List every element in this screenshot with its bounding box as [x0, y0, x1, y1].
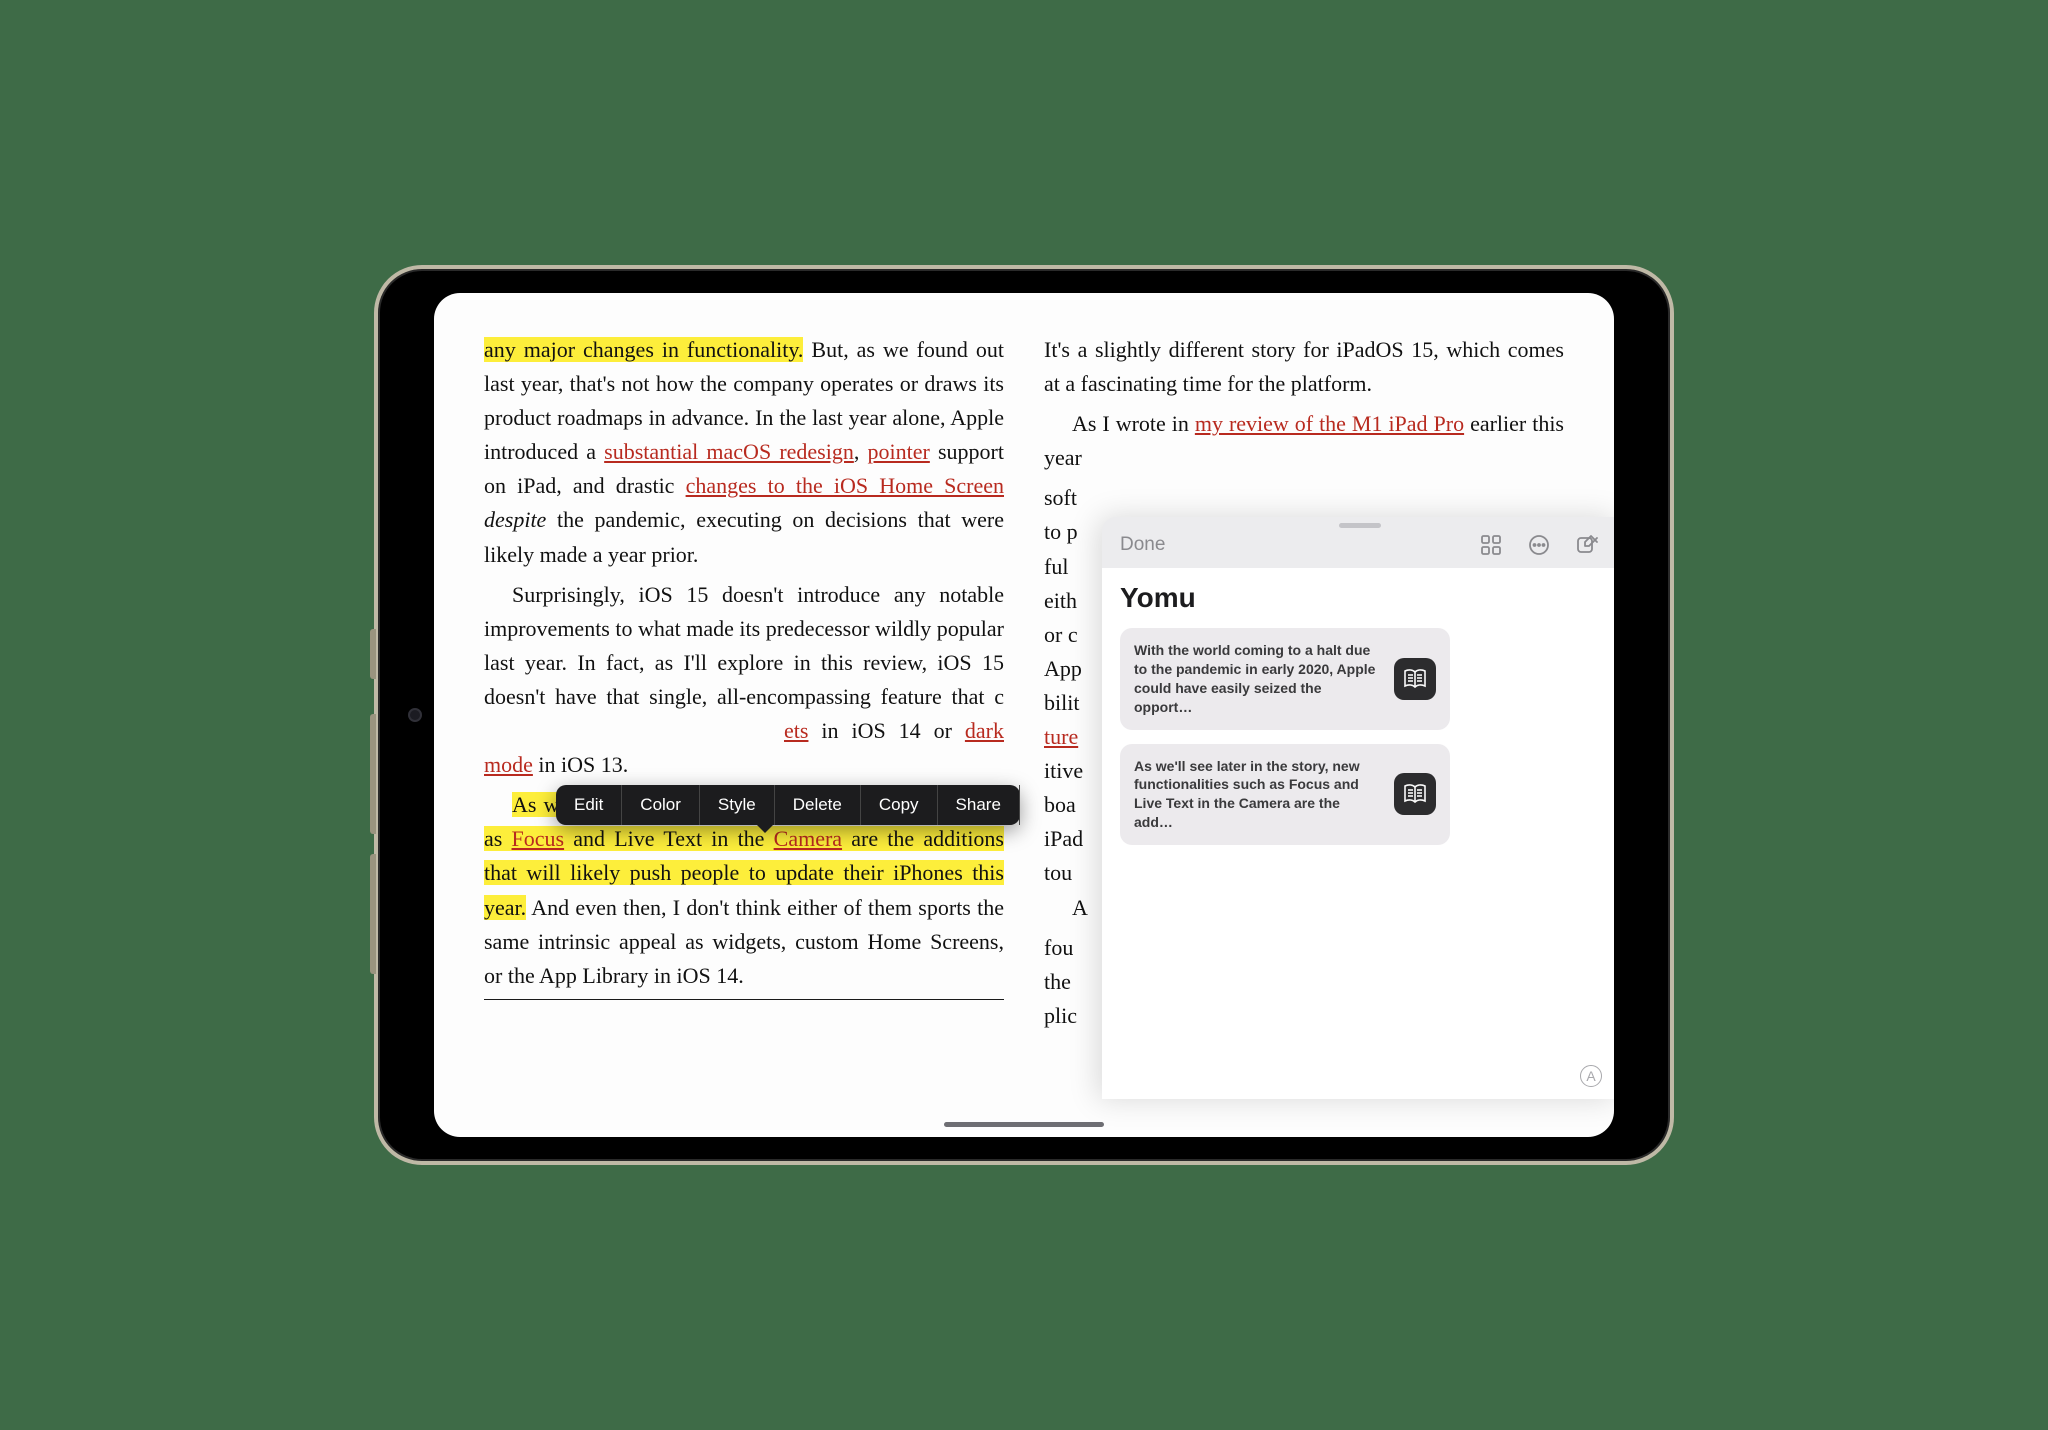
- menu-color[interactable]: Color: [622, 785, 700, 825]
- menu-edit[interactable]: Edit: [556, 785, 622, 825]
- link-m1-review[interactable]: my review of the M1 iPad Pro: [1195, 411, 1464, 436]
- link-widgets[interactable]: ets: [784, 718, 808, 743]
- paragraph[interactable]: As I wrote in my review of the M1 iPad P…: [1044, 407, 1564, 475]
- menu-style[interactable]: Style: [700, 785, 775, 825]
- link-focus[interactable]: Focus: [512, 826, 565, 851]
- menu-copy[interactable]: Copy: [861, 785, 938, 825]
- paragraph[interactable]: any major changes in functionality. But,…: [484, 333, 1004, 572]
- more-icon[interactable]: [1526, 532, 1552, 558]
- paragraph[interactable]: Surprisingly, iOS 15 doesn't introduce a…: [484, 578, 1004, 783]
- front-camera: [408, 708, 422, 722]
- compose-icon[interactable]: [1574, 532, 1600, 558]
- pencil-marker-icon[interactable]: A: [1580, 1065, 1602, 1087]
- book-icon: [1394, 658, 1436, 700]
- link-pointer[interactable]: pointer: [868, 439, 930, 464]
- done-button[interactable]: Done: [1120, 534, 1165, 556]
- book-icon: [1394, 773, 1436, 815]
- note-link-card[interactable]: As we'll see later in the story, new fun…: [1120, 744, 1450, 846]
- hw-button: [370, 629, 376, 679]
- quick-note-panel[interactable]: Done Yomu With the world coming to a hal…: [1102, 517, 1614, 1099]
- hw-volume-up: [370, 714, 376, 834]
- note-link-card[interactable]: With the world coming to a halt due to t…: [1120, 628, 1450, 730]
- ipad-frame: any major changes in functionality. But,…: [374, 265, 1674, 1165]
- grid-icon[interactable]: [1478, 532, 1504, 558]
- note-link-text: With the world coming to a halt due to t…: [1134, 641, 1380, 717]
- section-divider: [484, 999, 1004, 1000]
- menu-share[interactable]: Share: [938, 785, 1020, 825]
- selection-context-menu: Edit Color Style Delete Copy Share: [556, 785, 1020, 825]
- menu-delete[interactable]: Delete: [775, 785, 861, 825]
- link-camera[interactable]: Camera: [774, 826, 842, 851]
- quick-note-toolbar: Done: [1102, 528, 1614, 568]
- note-link-text: As we'll see later in the story, new fun…: [1134, 757, 1380, 833]
- hw-volume-down: [370, 854, 376, 974]
- link-macos-redesign[interactable]: substantial macOS redesign: [604, 439, 854, 464]
- quick-note-body[interactable]: Yomu With the world coming to a halt due…: [1102, 568, 1614, 1099]
- highlighted-text[interactable]: any major changes in functionality.: [484, 337, 803, 362]
- paragraph[interactable]: It's a slightly different story for iPad…: [1044, 333, 1564, 401]
- screen: any major changes in functionality. But,…: [434, 293, 1614, 1137]
- home-indicator[interactable]: [944, 1122, 1104, 1127]
- link-home-screen[interactable]: changes to the iOS Home Screen: [686, 473, 1004, 498]
- quick-note-title[interactable]: Yomu: [1120, 582, 1600, 614]
